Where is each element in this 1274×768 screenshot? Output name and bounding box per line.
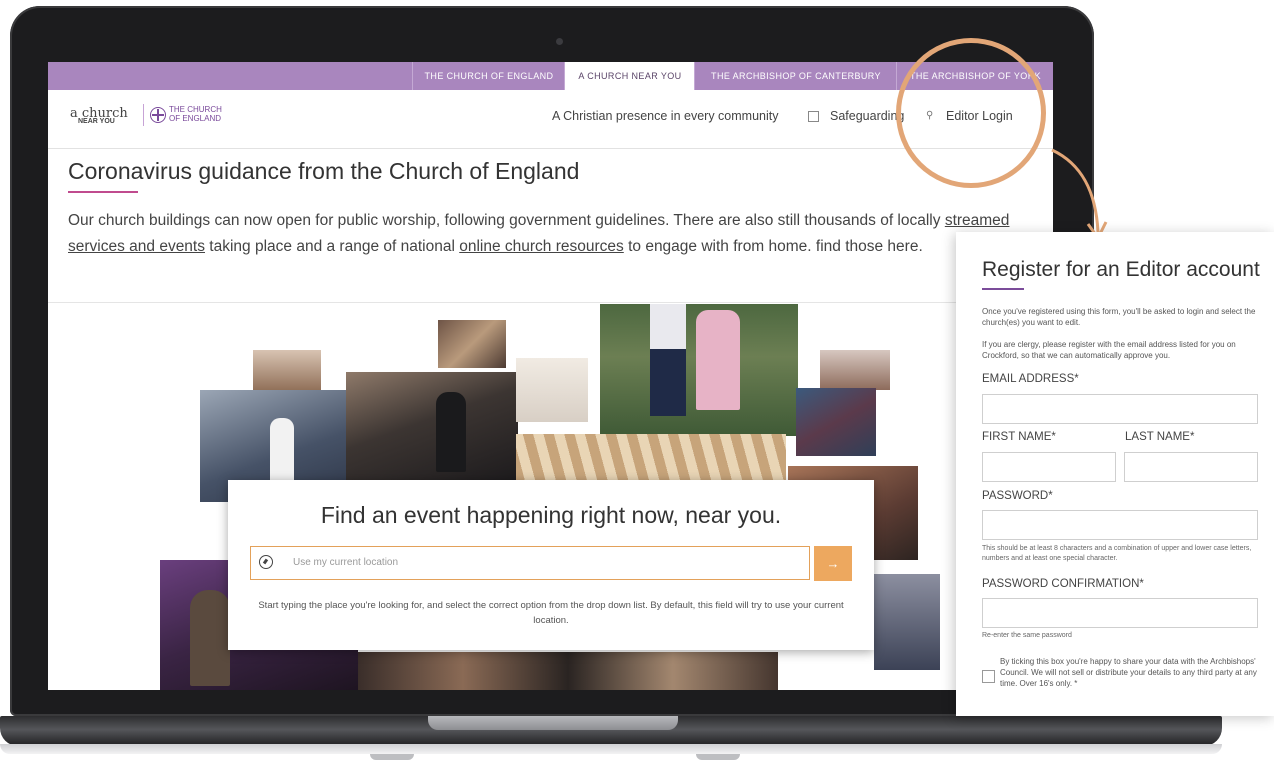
register-panel: Register for an Editor account Once you'… <box>956 232 1274 716</box>
photo-strip <box>358 652 778 690</box>
password-label: PASSWORD* <box>982 490 1053 502</box>
covid-paragraph: Our church buildings can now open for pu… <box>68 212 1010 255</box>
laptop-base-edge <box>0 744 1222 754</box>
compass-icon <box>259 555 273 569</box>
password-confirm-label: PASSWORD CONFIRMATION* <box>982 578 1144 590</box>
laptop-foot <box>370 754 414 760</box>
photo-children <box>600 304 798 436</box>
highlight-circle <box>896 38 1046 188</box>
finder-hint: Start typing the place you're looking fo… <box>258 600 844 626</box>
heading-underline <box>68 191 138 193</box>
event-finder-card: Find an event happening right now, near … <box>228 480 874 650</box>
covid-heading: Coronavirus guidance from the Church of … <box>68 158 580 184</box>
register-title-underline <box>982 288 1024 290</box>
email-label: EMAIL ADDRESS* <box>982 373 1079 385</box>
photo-service <box>874 574 940 670</box>
photo-vaulted-ceiling <box>516 434 786 486</box>
browser-screen: THE CHURCH OF ENGLAND A CHURCH NEAR YOU … <box>48 62 1053 690</box>
camera-icon <box>556 38 563 45</box>
laptop-notch <box>428 716 678 730</box>
password-confirm-field[interactable] <box>982 598 1258 628</box>
tab-a-church-near-you[interactable]: A CHURCH NEAR YOU <box>564 62 695 90</box>
laptop-foot <box>696 754 740 760</box>
location-placeholder: Use my current location <box>293 557 399 568</box>
email-field[interactable] <box>982 394 1258 424</box>
clergy-note: If you are clergy, please register with … <box>982 340 1236 360</box>
section-divider <box>48 302 1053 303</box>
search-go-button[interactable]: → <box>814 546 852 581</box>
site-logo[interactable]: a church NEAR YOU THE CHURCH OF ENGLAND <box>70 104 222 126</box>
register-intro: Once you've registered using this form, … <box>982 307 1256 327</box>
site-tagline: A Christian presence in every community <box>552 109 779 123</box>
safeguarding-link[interactable]: Safeguarding <box>830 109 904 123</box>
last-name-label: LAST NAME* <box>1125 431 1195 443</box>
tab-archbishop-canterbury[interactable]: THE ARCHBISHOP OF CANTERBURY <box>694 62 897 90</box>
register-title: Register for an Editor account <box>982 258 1260 281</box>
first-name-field[interactable] <box>982 452 1116 482</box>
consent-checkbox[interactable] <box>982 670 995 683</box>
safeguarding-icon <box>808 111 819 122</box>
photo-crafts <box>516 358 588 422</box>
online-resources-link[interactable]: online church resources <box>459 238 624 255</box>
coe-logo-text: THE CHURCH OF ENGLAND <box>169 105 222 123</box>
photo-child <box>820 350 890 390</box>
photo-congregation <box>346 372 518 482</box>
photo-choir <box>796 388 876 456</box>
consent-text: By ticking this box you're happy to shar… <box>1000 657 1257 688</box>
logo-divider <box>143 104 144 126</box>
finder-title: Find an event happening right now, near … <box>320 502 782 528</box>
confirm-hint: Re-enter the same password <box>982 632 1072 639</box>
tab-church-of-england[interactable]: THE CHURCH OF ENGLAND <box>412 62 565 90</box>
password-field[interactable] <box>982 510 1258 540</box>
photo-group <box>438 320 506 368</box>
password-hint: This should be at least 8 characters and… <box>982 545 1252 562</box>
last-name-field[interactable] <box>1124 452 1258 482</box>
location-search-input[interactable]: Use my current location <box>250 546 810 580</box>
first-name-label: FIRST NAME* <box>982 431 1056 443</box>
logo-sub-text: NEAR YOU <box>78 118 115 125</box>
church-of-england-icon <box>150 107 166 123</box>
photo-interior <box>253 350 321 392</box>
